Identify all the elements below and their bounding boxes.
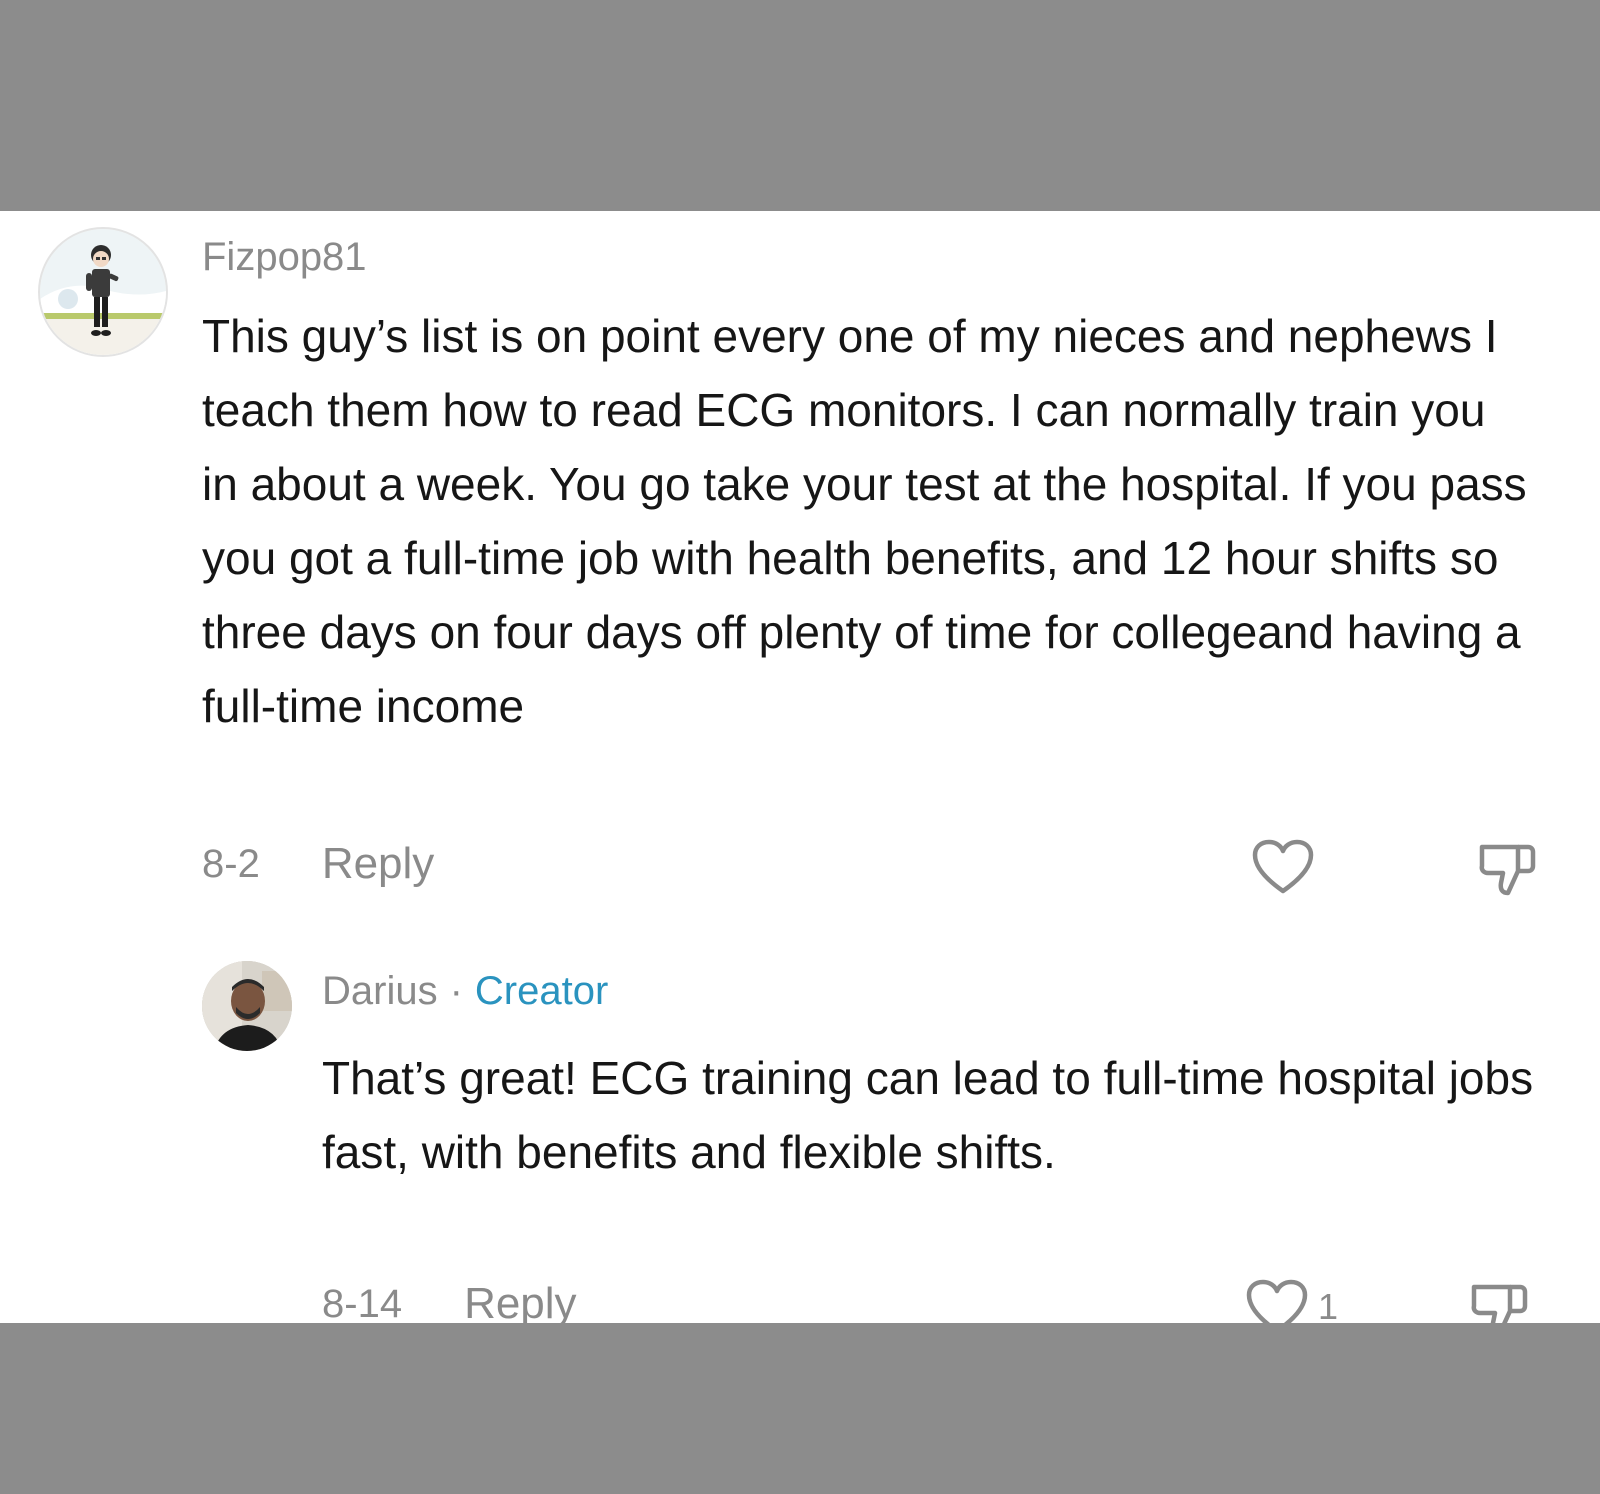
reply-comment-item: Darius · Creator That’s great! ECG train… [0, 961, 1600, 1323]
comment-text: That’s great! ECG training can lead to f… [322, 1052, 1534, 1178]
heart-outline-icon [1252, 839, 1314, 894]
like-button[interactable] [1252, 839, 1314, 895]
comment-username[interactable]: Fizpop81 [202, 235, 367, 280]
thumbs-down-outline-icon [1479, 844, 1536, 896]
comment-date: 8-2 [202, 841, 260, 886]
reply-button[interactable]: Reply [322, 839, 435, 889]
comment-item: Fizpop81 This guy’s list is on point eve… [0, 211, 1600, 931]
dislike-button[interactable] [1470, 1279, 1528, 1323]
avatar-photo [202, 961, 292, 1051]
reply-button[interactable]: Reply [464, 1279, 577, 1323]
heart-outline-icon [1246, 1279, 1308, 1323]
creator-badge: Creator [474, 969, 609, 1013]
thumbs-down-outline-icon [1471, 1284, 1528, 1323]
like-count: 1 [1318, 1286, 1339, 1323]
avatar[interactable] [38, 227, 168, 357]
comment-date: 8-14 [322, 1281, 403, 1324]
like-button[interactable]: 1 [1246, 1279, 1338, 1323]
dislike-button[interactable] [1478, 839, 1536, 897]
avatar[interactable] [202, 961, 292, 1051]
comment-meta: 8-14 Reply [322, 1279, 577, 1323]
avatar-illustration [40, 229, 166, 355]
comment-username-row: Darius · Creator [322, 969, 608, 1014]
comment-text: This guy’s list is on point every one of… [202, 310, 1527, 732]
separator-dot: · [449, 969, 463, 1013]
comments-panel: Fizpop81 This guy’s list is on point eve… [0, 211, 1600, 1323]
comment-username[interactable]: Darius [322, 969, 438, 1014]
screenshot-frame: Fizpop81 This guy’s list is on point eve… [0, 0, 1600, 1494]
comment-meta: 8-2 Reply [202, 839, 434, 889]
